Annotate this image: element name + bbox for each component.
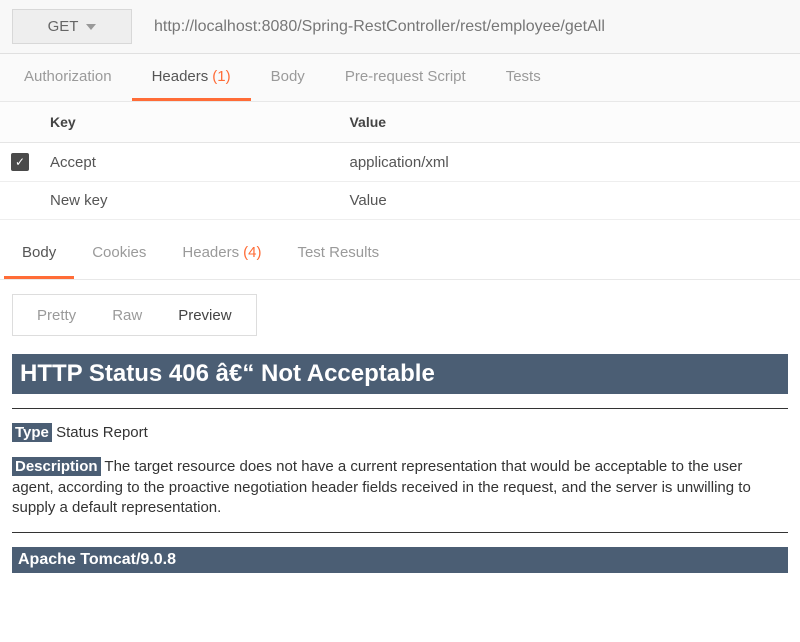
new-value-cell[interactable]: Value bbox=[339, 182, 800, 220]
view-mode-bar: Pretty Raw Preview bbox=[12, 294, 257, 336]
desc-label: Description bbox=[12, 457, 101, 476]
server-footer: Apache Tomcat/9.0.8 bbox=[12, 547, 788, 573]
type-label: Type bbox=[12, 423, 52, 442]
response-preview: HTTP Status 406 â€“ Not Acceptable Type … bbox=[0, 354, 800, 593]
view-preview-button[interactable]: Preview bbox=[160, 307, 249, 324]
resp-tab-headers[interactable]: Headers(4) bbox=[164, 228, 279, 279]
tab-body[interactable]: Body bbox=[251, 54, 325, 101]
header-key-cell[interactable]: Accept bbox=[40, 143, 339, 182]
tab-prerequest[interactable]: Pre-request Script bbox=[325, 54, 486, 101]
tab-label: Cookies bbox=[92, 244, 146, 261]
tab-authorization[interactable]: Authorization bbox=[4, 54, 132, 101]
table-row[interactable]: ✓ Accept application/xml bbox=[0, 143, 800, 182]
resp-tab-cookies[interactable]: Cookies bbox=[74, 228, 164, 279]
chevron-down-icon bbox=[86, 24, 96, 30]
col-checkbox bbox=[0, 102, 40, 143]
request-tabs: Authorization Headers(1) Body Pre-reques… bbox=[0, 54, 800, 102]
resp-tab-body[interactable]: Body bbox=[4, 228, 74, 279]
tab-headers[interactable]: Headers(1) bbox=[132, 54, 251, 101]
view-raw-button[interactable]: Raw bbox=[94, 307, 160, 324]
resp-headers-count: (4) bbox=[243, 244, 261, 261]
table-row-new[interactable]: New key Value bbox=[0, 182, 800, 220]
tab-tests[interactable]: Tests bbox=[486, 54, 561, 101]
col-key: Key bbox=[40, 102, 339, 143]
divider bbox=[12, 408, 788, 409]
headers-count: (1) bbox=[212, 68, 230, 85]
tab-label: Tests bbox=[506, 68, 541, 85]
header-value-cell[interactable]: application/xml bbox=[339, 143, 800, 182]
divider bbox=[12, 532, 788, 533]
tab-label: Authorization bbox=[24, 68, 112, 85]
desc-text: The target resource does not have a curr… bbox=[12, 458, 751, 516]
request-bar: GET bbox=[0, 0, 800, 54]
http-method-dropdown[interactable]: GET bbox=[12, 9, 132, 44]
type-text: Status Report bbox=[52, 424, 148, 441]
error-type-line: Type Status Report bbox=[12, 423, 788, 443]
error-desc-line: Description The target resource does not… bbox=[12, 457, 788, 518]
tab-label: Body bbox=[22, 244, 56, 261]
http-method-label: GET bbox=[48, 18, 79, 35]
url-input[interactable] bbox=[132, 0, 800, 53]
response-tabs: Body Cookies Headers(4) Test Results bbox=[0, 228, 800, 280]
tab-label: Test Results bbox=[297, 244, 379, 261]
new-key-cell[interactable]: New key bbox=[40, 182, 339, 220]
resp-tab-testresults[interactable]: Test Results bbox=[279, 228, 397, 279]
error-title: HTTP Status 406 â€“ Not Acceptable bbox=[12, 354, 788, 394]
tab-label: Headers bbox=[152, 68, 209, 85]
tab-label: Headers bbox=[182, 244, 239, 261]
headers-table: Key Value ✓ Accept application/xml New k… bbox=[0, 102, 800, 220]
tab-label: Pre-request Script bbox=[345, 68, 466, 85]
tab-label: Body bbox=[271, 68, 305, 85]
row-checkbox[interactable]: ✓ bbox=[11, 153, 29, 171]
col-value: Value bbox=[339, 102, 800, 143]
view-pretty-button[interactable]: Pretty bbox=[19, 307, 94, 324]
